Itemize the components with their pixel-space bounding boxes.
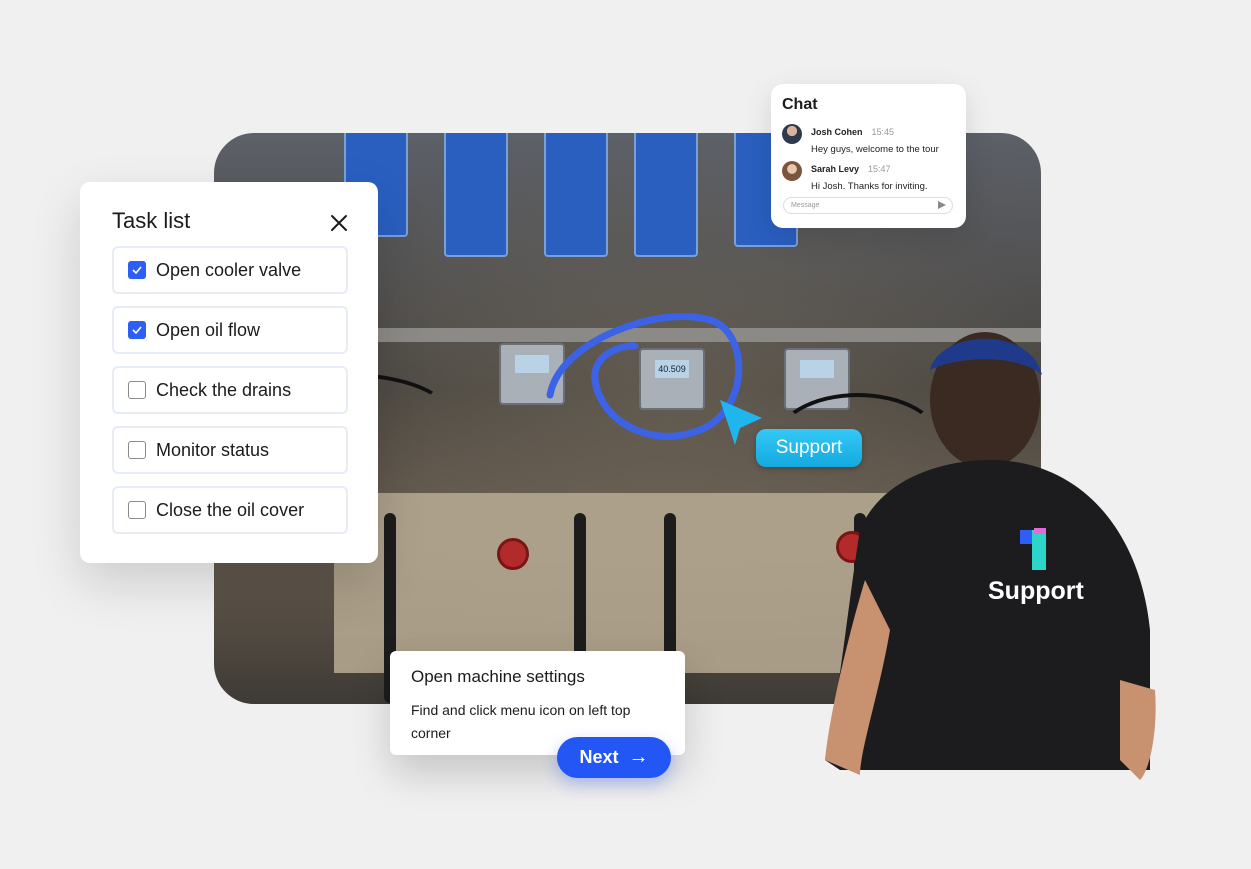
arrow-right-icon: → <box>628 746 649 768</box>
message-time: 15:47 <box>868 164 891 174</box>
message-input[interactable]: Message <box>783 197 953 214</box>
avatar <box>782 124 802 144</box>
task-label: Close the oil cover <box>156 499 305 520</box>
task-item[interactable]: Check the drains <box>112 366 348 414</box>
checkbox-unchecked[interactable] <box>128 441 146 459</box>
task-item[interactable]: Monitor status <box>112 426 348 474</box>
task-label: Monitor status <box>156 439 270 460</box>
flow-meter <box>544 133 608 257</box>
checkbox-checked[interactable] <box>128 261 146 279</box>
message-text: Hey guys, welcome to the tour <box>811 144 939 155</box>
message-time: 15:45 <box>871 127 895 137</box>
task-label: Check the drains <box>156 379 292 400</box>
flow-meter <box>634 133 698 257</box>
chat-card: Chat Josh Cohen 15:45 Hey guys, welcome t… <box>771 84 966 228</box>
chat-message: Sarah Levy 15:47 Hi Josh. Thanks for invi… <box>782 159 928 192</box>
task-label: Open oil flow <box>156 319 261 340</box>
check-icon <box>132 326 142 334</box>
message-placeholder: Message <box>791 202 820 209</box>
support-agent-avatar <box>825 332 1156 780</box>
checkbox-unchecked[interactable] <box>128 501 146 519</box>
close-icon[interactable] <box>328 212 350 234</box>
agent-shirt-text: Support <box>988 577 1084 605</box>
flow-meter <box>444 133 508 257</box>
message-author: Josh Cohen <box>811 127 863 137</box>
send-icon[interactable] <box>938 201 946 209</box>
agent-arm <box>1120 680 1156 780</box>
check-icon <box>132 266 142 274</box>
message-text: Hi Josh. Thanks for inviting. <box>811 181 928 192</box>
chat-title: Chat <box>782 96 818 113</box>
task-label: Open cooler valve <box>156 259 302 280</box>
red-valve <box>497 538 529 570</box>
step-title: Open machine settings <box>411 667 585 686</box>
task-item[interactable]: Open oil flow <box>112 306 348 354</box>
scribble-stroke <box>546 313 743 440</box>
next-button[interactable]: Next → <box>557 737 671 778</box>
annotation-scribble <box>546 313 762 445</box>
checkbox-checked[interactable] <box>128 321 146 339</box>
task-item[interactable]: Open cooler valve <box>112 246 348 294</box>
task-list-title: Task list <box>112 208 191 233</box>
message-author: Sarah Levy <box>811 164 860 174</box>
avatar <box>782 161 802 181</box>
next-button-label: Next <box>579 747 619 767</box>
task-item[interactable]: Close the oil cover <box>112 486 348 534</box>
chat-message: Josh Cohen 15:45 Hey guys, welcome to the… <box>782 122 939 155</box>
task-list-card: Task list Open cooler valve Open oil flo… <box>80 182 378 563</box>
checkbox-unchecked[interactable] <box>128 381 146 399</box>
